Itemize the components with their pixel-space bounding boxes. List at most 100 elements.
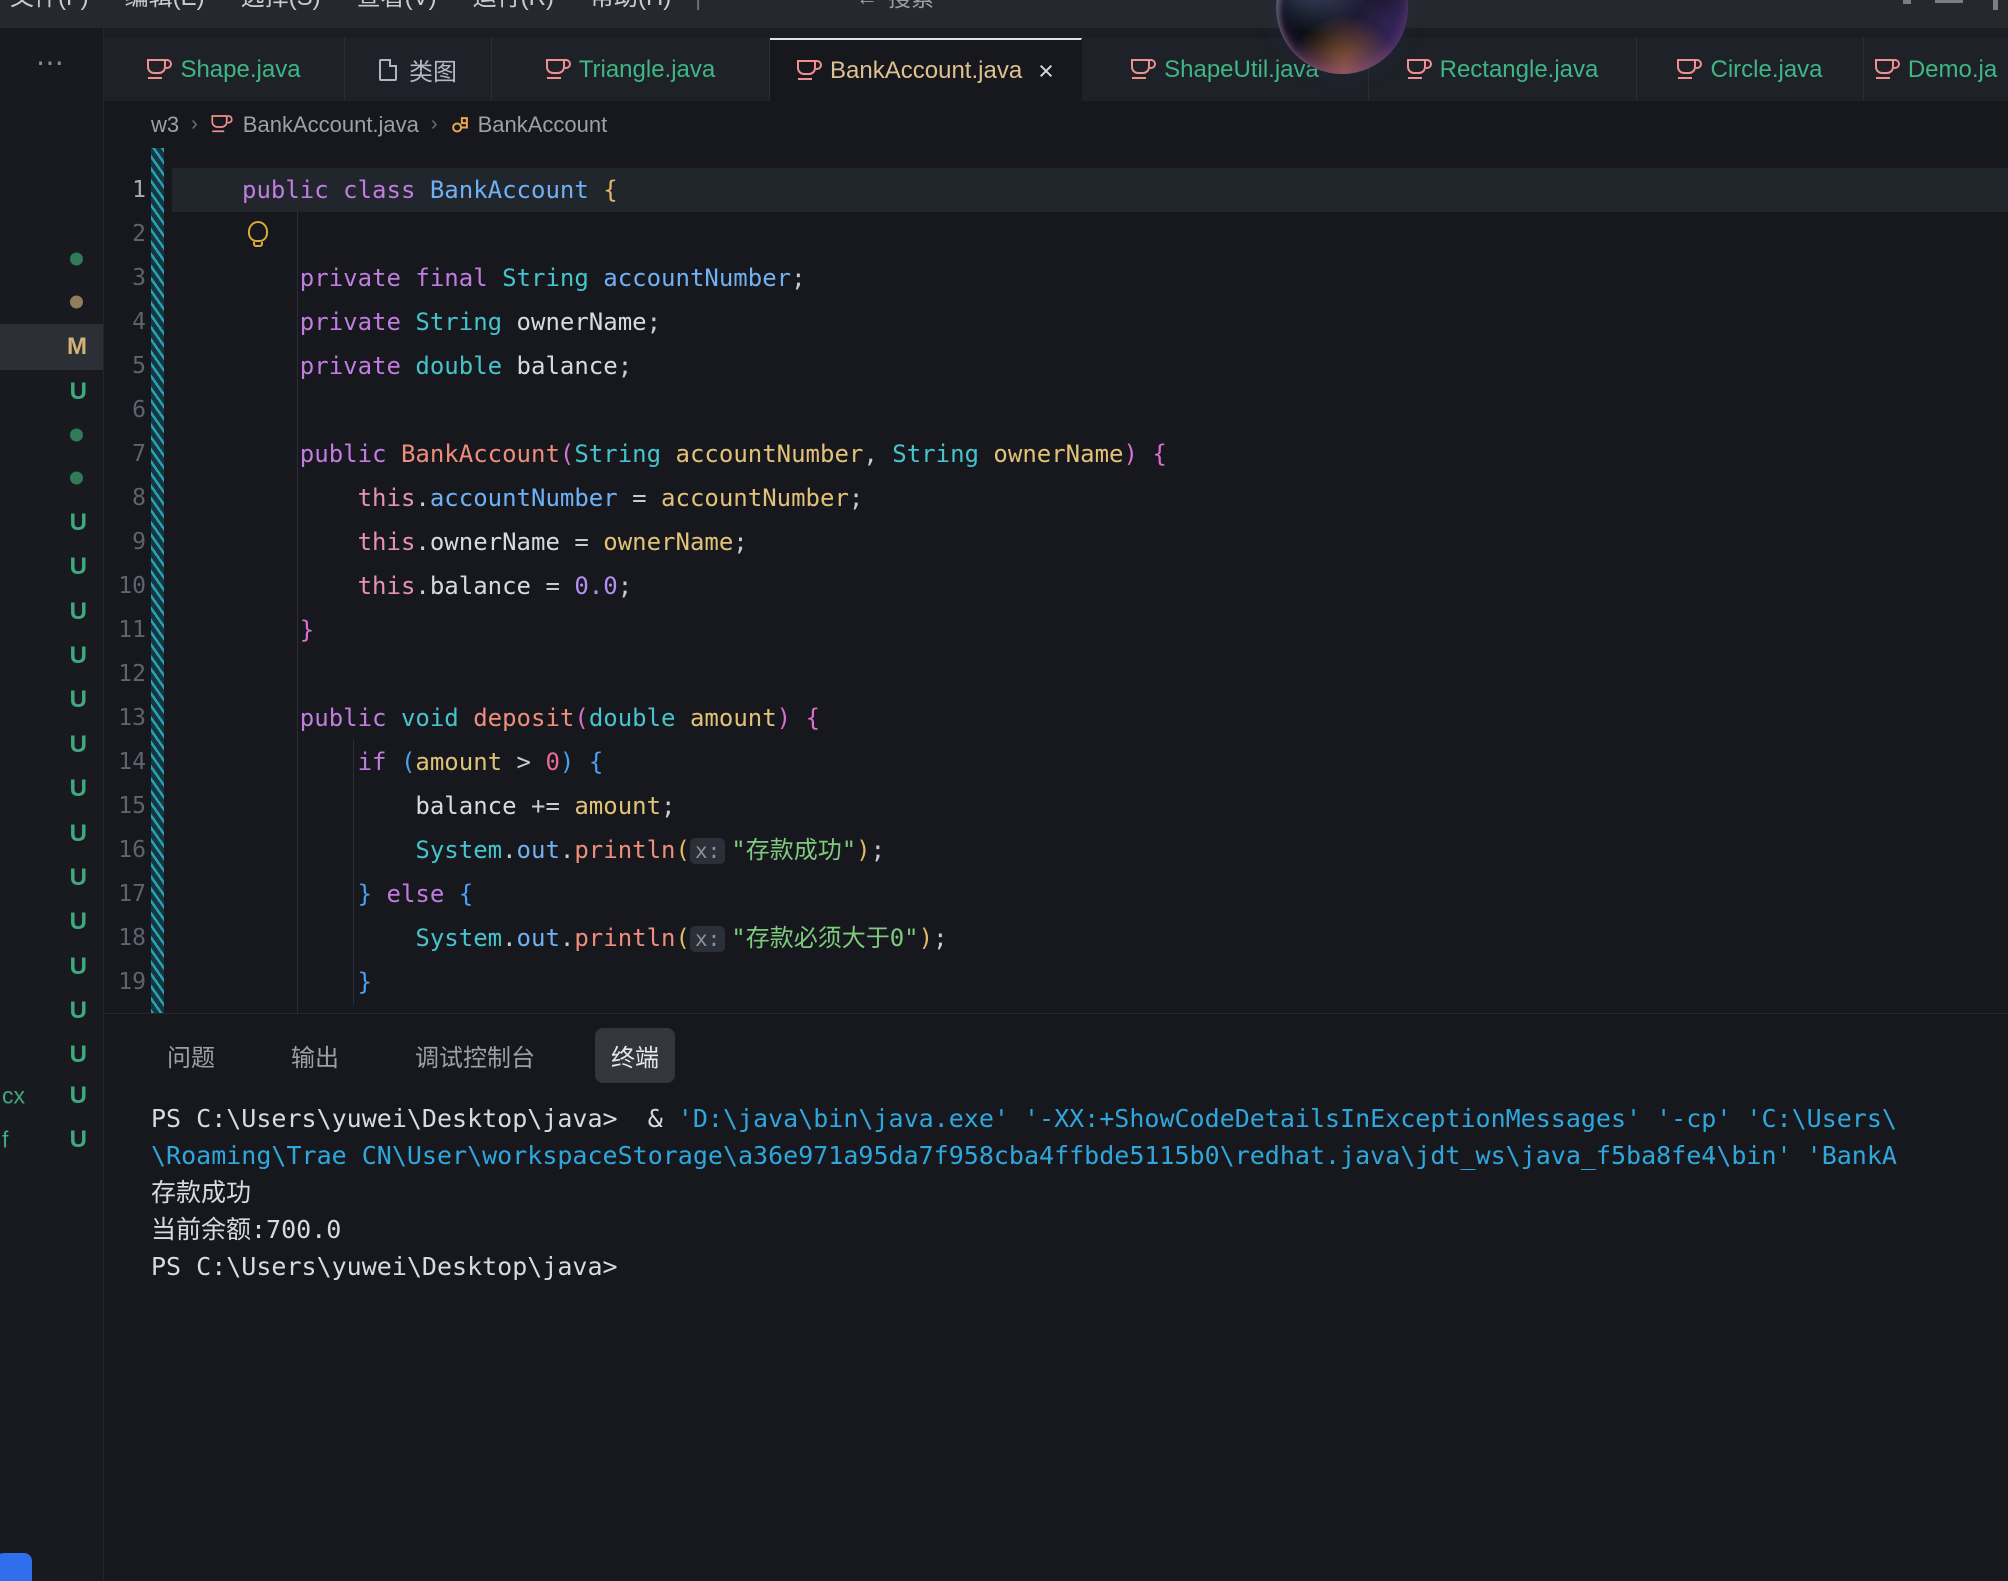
code-token (242, 924, 415, 952)
code-token: ; (661, 792, 675, 820)
menu-items[interactable]: 文件(F) 编辑(E) 选择(S) 查看(V) 运行(R) 帮助(H) (10, 0, 707, 18)
tab-Circle.java[interactable]: Circle.java (1637, 38, 1864, 101)
selected-file-row[interactable] (0, 324, 103, 370)
git-status-dot (70, 429, 83, 442)
code-token (242, 440, 300, 468)
code-token: amount (574, 792, 661, 820)
breadcrumb-folder[interactable]: w3 (151, 112, 179, 138)
menu-item[interactable]: 查看(V) (357, 0, 437, 18)
code-token: double (415, 352, 516, 380)
menu-item[interactable]: 运行(R) (473, 0, 554, 18)
tab-Demo.ja[interactable]: Demo.ja (1864, 38, 2008, 101)
git-status-dot (70, 296, 83, 309)
line-number: 19 (104, 960, 146, 1004)
file-name-clipped[interactable]: cx (2, 1083, 25, 1110)
line-number: 11 (104, 608, 146, 652)
tab-Triangle.java[interactable]: Triangle.java (492, 38, 770, 101)
code-token (242, 968, 358, 996)
menu-item[interactable]: 选择(S) (241, 0, 321, 18)
line-number: 16 (104, 828, 146, 872)
code-token: println (574, 836, 675, 864)
code-token: this (358, 484, 416, 512)
code-token: deposit (473, 704, 574, 732)
code-token: ownerName (517, 308, 647, 336)
more-actions-icon[interactable]: ⋯ (36, 46, 66, 79)
terminal-output[interactable]: PS C:\Users\yuwei\Desktop\java> & 'D:\ja… (151, 1100, 2008, 1285)
menu-item[interactable]: 文件(F) (10, 0, 89, 18)
tab-Rectangle.java[interactable]: Rectangle.java (1369, 38, 1637, 101)
tab-label: Circle.java (1710, 56, 1822, 84)
code-line: 15 balance += amount; (104, 784, 2008, 828)
tab-类图[interactable]: 类图 (345, 38, 492, 101)
code-token: String (502, 264, 603, 292)
line-number: 7 (104, 432, 146, 476)
line-number: 20 (104, 1004, 146, 1013)
tab-label: ShapeUtil.java (1164, 56, 1319, 84)
git-status-badge: U (70, 553, 87, 581)
code-token: ; (849, 484, 863, 512)
git-status-badge: U (70, 997, 87, 1025)
line-number: 4 (104, 300, 146, 344)
panel-tab-调试控制台[interactable]: 调试控制台 (399, 1028, 551, 1083)
menu-bar: 文件(F)编辑(E)选择(S)查看(V)运行(R)帮助(H) | ← 搜索 (0, 0, 2008, 28)
panel-tab-问题[interactable]: 问题 (151, 1028, 231, 1083)
git-status-badge: U (70, 864, 87, 892)
code-token: ; (933, 924, 947, 952)
tab-BankAccount.java[interactable]: BankAccount.java× (770, 38, 1082, 101)
code-token: { (806, 704, 820, 732)
code-token (242, 836, 415, 864)
code-token: ; (647, 308, 661, 336)
search-box[interactable]: 搜索 (888, 0, 934, 18)
code-token (791, 704, 805, 732)
panel-tab-终端[interactable]: 终端 (595, 1028, 675, 1083)
code-token: private (300, 308, 416, 336)
code-token: if (358, 748, 401, 776)
bottom-left-blue-button[interactable] (0, 1553, 32, 1581)
code-line: 9 this.ownerName = ownerName; (104, 520, 2008, 564)
code-token (242, 308, 300, 336)
git-status-badge: U (70, 598, 87, 626)
panel-tab-输出[interactable]: 输出 (275, 1028, 355, 1083)
code-token (1138, 440, 1152, 468)
git-status-badge: U (70, 642, 87, 670)
code-token (242, 528, 358, 556)
breadcrumb-symbol[interactable]: BankAccount (478, 112, 608, 138)
close-icon[interactable]: × (1038, 61, 1054, 81)
code-token: { (603, 176, 617, 204)
code-editor[interactable]: 1public class BankAccount {23 private fi… (104, 148, 2008, 1013)
code-token: ; (733, 528, 747, 556)
terminal-text: 'D:\java\bin\java.exe' '-XX:+ShowCodeDet… (678, 1104, 1897, 1133)
code-token: 0 (545, 748, 559, 776)
code-token: . (502, 836, 516, 864)
code-token (242, 704, 300, 732)
code-line: 10 this.balance = 0.0; (104, 564, 2008, 608)
git-status-dot (70, 472, 83, 485)
breadcrumb[interactable]: w3 › BankAccount.java › BankAccount (104, 101, 2008, 148)
menu-item[interactable]: 编辑(E) (125, 0, 205, 18)
tab-Shape.java[interactable]: Shape.java (104, 38, 345, 101)
line-number: 1 (104, 168, 146, 212)
code-token: BankAccount (430, 176, 603, 204)
tab-label: Rectangle.java (1440, 56, 1599, 84)
code-token: . (415, 572, 429, 600)
code-line: 14 if (amount > 0) { (104, 740, 2008, 784)
terminal-text: \Roaming\Trae CN\User\workspaceStorage\a… (151, 1141, 1897, 1170)
breadcrumb-file[interactable]: BankAccount.java (243, 112, 419, 138)
java-icon (1131, 59, 1150, 74)
code-token: ownerName (430, 528, 560, 556)
menu-item[interactable]: 帮助(H) (590, 0, 671, 18)
line-number: 8 (104, 476, 146, 520)
inlay-hint: x: (690, 926, 725, 952)
lightbulb-icon[interactable] (248, 221, 268, 242)
code-token: . (415, 528, 429, 556)
file-name-clipped[interactable]: f (2, 1127, 8, 1154)
code-line: 2 (104, 212, 2008, 256)
code-token: private (300, 352, 416, 380)
back-arrow-icon[interactable]: ← (856, 0, 878, 18)
explorer-sidebar[interactable]: ⋯ MUUUUUUUUUUUUUUUcxUf (0, 28, 104, 1581)
code-token: System (415, 924, 502, 952)
code-token: else (372, 880, 459, 908)
git-status-badge: U (70, 1126, 87, 1154)
line-number: 5 (104, 344, 146, 388)
code-token: . (560, 836, 574, 864)
